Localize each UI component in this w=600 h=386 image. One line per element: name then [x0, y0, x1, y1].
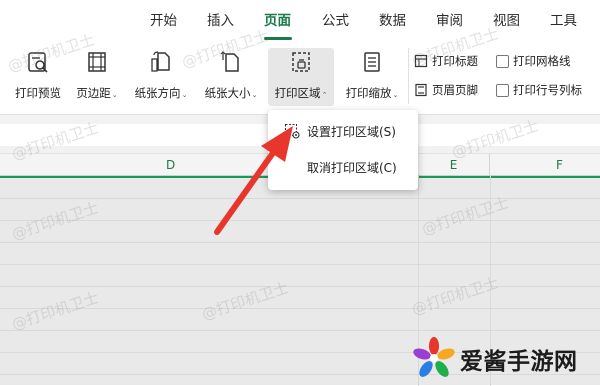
print-scale-button[interactable]: 打印缩放⌄ — [340, 50, 404, 101]
print-area-label: 打印区域 — [274, 86, 321, 100]
print-titles-label: 打印标题 — [432, 54, 478, 68]
tab-page[interactable]: 页面 — [264, 11, 291, 33]
tab-view[interactable]: 视图 — [493, 11, 520, 33]
paper-size-label: 纸张大小 — [204, 86, 251, 100]
paper-size-icon — [220, 51, 239, 72]
chevron-down-icon: ⌄ — [181, 91, 188, 99]
grid-row-line — [0, 330, 600, 331]
chevron-down-icon: ⌄ — [251, 91, 258, 99]
chevron-up-icon: ⌃ — [321, 91, 328, 99]
grid-row-line — [0, 308, 600, 309]
print-titles-button[interactable]: 打印标题 — [414, 53, 478, 69]
set-print-area-label: 设置打印区域(S) — [307, 124, 396, 139]
print-area-button[interactable]: 打印区域⌃ — [268, 48, 334, 106]
margins-button[interactable]: 页边距⌄ — [72, 50, 122, 101]
print-preview-label: 打印预览 — [15, 86, 61, 100]
orientation-label: 纸张方向 — [134, 86, 181, 100]
print-scale-label: 打印缩放 — [345, 86, 392, 100]
print-gridlines-checkbox[interactable]: 打印网格线 — [496, 53, 571, 69]
header-footer-button[interactable]: 页眉页脚 — [414, 82, 478, 98]
toolbar-divider — [408, 48, 409, 104]
print-titles-icon — [414, 54, 428, 68]
orientation-button[interactable]: 纸张方向⌄ — [130, 50, 192, 101]
print-area-icon — [292, 52, 310, 72]
chevron-down-icon: ⌄ — [392, 91, 399, 99]
cancel-print-area-label: 取消打印区域(C) — [307, 160, 397, 175]
grid-row-line — [0, 264, 600, 265]
column-header-f[interactable]: F — [490, 154, 600, 176]
chevron-down-icon: ⌄ — [111, 91, 118, 99]
tab-data[interactable]: 数据 — [379, 11, 406, 33]
annotation-arrow-icon — [214, 126, 293, 235]
checkbox-box[interactable] — [496, 54, 509, 68]
print-preview-button[interactable]: 打印预览 — [12, 50, 64, 101]
checkbox-box[interactable] — [496, 83, 509, 97]
print-preview-icon — [28, 52, 48, 73]
orientation-icon — [151, 51, 170, 72]
header-footer-label: 页眉页脚 — [432, 83, 478, 97]
margins-label: 页边距 — [76, 86, 111, 100]
print-scale-icon — [364, 52, 380, 72]
ribbon-tab-bar: 开始 插入 页面 公式 数据 审阅 视图 工具 — [0, 0, 600, 40]
tab-formula[interactable]: 公式 — [322, 11, 349, 33]
print-row-col-headers-checkbox[interactable]: 打印行号列标 — [496, 82, 582, 98]
tab-home[interactable]: 开始 — [150, 11, 177, 33]
tab-review[interactable]: 审阅 — [436, 11, 463, 33]
grid-row-line — [0, 242, 600, 243]
grid-row-line — [0, 286, 600, 287]
logo-text: 爱酱手游网 — [460, 349, 578, 375]
print-gridlines-label: 打印网格线 — [513, 54, 571, 68]
print-row-col-headers-label: 打印行号列标 — [513, 83, 582, 97]
paper-size-button[interactable]: 纸张大小⌄ — [200, 50, 262, 101]
ribbon-toolbar: 打印预览 页边距⌄ 纸张方向⌄ 纸张大小⌄ 打印区域⌃ 打印缩放⌄ 打印标题 页… — [0, 40, 600, 114]
header-footer-icon — [415, 83, 427, 97]
tab-insert[interactable]: 插入 — [207, 11, 234, 33]
column-header-e[interactable]: E — [418, 154, 490, 176]
site-logo: 爱酱手游网 — [408, 334, 598, 382]
tab-tools[interactable]: 工具 — [550, 11, 577, 33]
margins-icon — [88, 52, 106, 72]
flower-logo-icon — [413, 337, 455, 377]
